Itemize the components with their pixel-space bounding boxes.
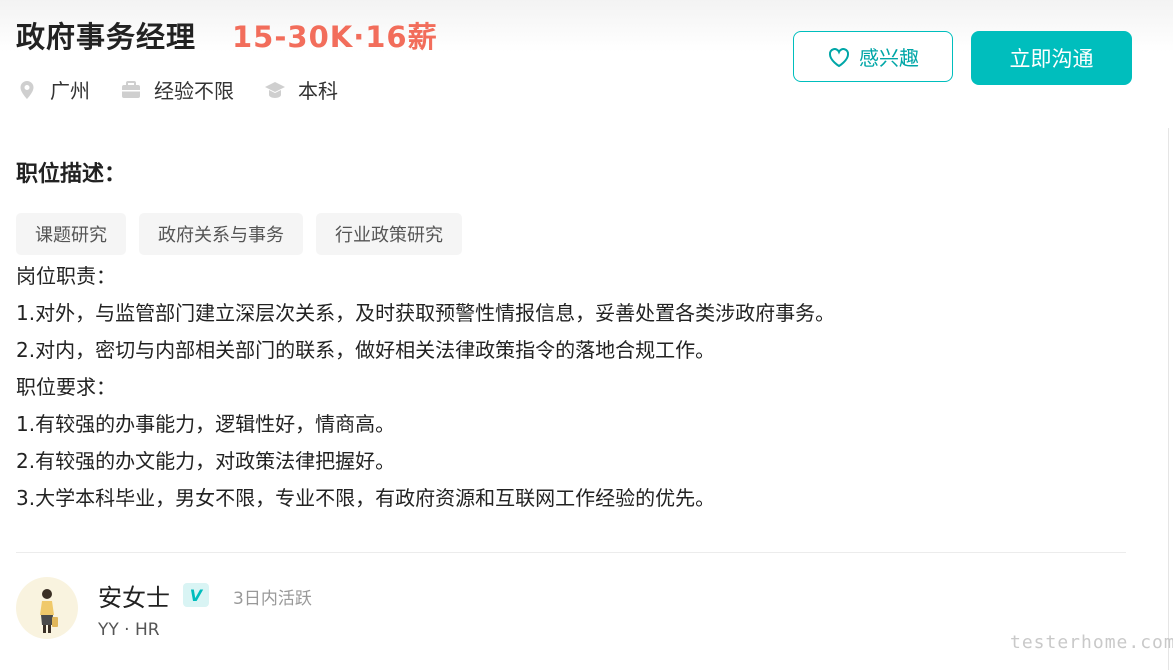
- recruiter-active-status: 3日内活跃: [233, 589, 312, 609]
- job-tag: 课题研究: [16, 213, 126, 255]
- recruiter-company-role: YY · HR: [98, 620, 160, 640]
- job-location: 广州: [16, 75, 90, 104]
- briefcase-icon: [120, 79, 142, 101]
- graduation-cap-icon: [264, 79, 286, 101]
- divider: [16, 552, 1126, 553]
- job-title: 政府事务经理: [16, 20, 197, 54]
- description-line: 岗位职责：: [16, 264, 116, 288]
- recruiter-name: 安女士: [98, 584, 170, 612]
- section-title-job-description: 职位描述：: [16, 162, 127, 187]
- description-line: 2.对内，密切与内部相关部门的联系，做好相关法律政策指令的落地合规工作。: [16, 338, 716, 362]
- description-line: 3.大学本科毕业，男女不限，专业不限，有政府资源和互联网工作经验的优先。: [16, 486, 716, 510]
- description-line: 职位要求：: [16, 375, 116, 399]
- job-tags: 课题研究 政府关系与事务 行业政策研究: [16, 213, 475, 255]
- chat-now-button[interactable]: 立即沟通: [971, 31, 1132, 85]
- job-meta-row: 广州 经验不限 本科: [16, 75, 368, 104]
- recruiter-avatar[interactable]: [16, 577, 78, 639]
- description-line: 1.有较强的办事能力，逻辑性好，情商高。: [16, 412, 396, 436]
- interest-button[interactable]: 感兴趣: [793, 31, 953, 82]
- job-education: 本科: [264, 75, 338, 104]
- interest-button-label: 感兴趣: [859, 46, 919, 70]
- description-line: 1.对外，与监管部门建立深层次关系，及时获取预警性情报信息，妥善处置各类涉政府事…: [16, 301, 836, 325]
- verified-badge-icon: V: [183, 583, 209, 607]
- chat-now-button-label: 立即沟通: [1009, 47, 1094, 71]
- heart-icon: [828, 47, 850, 67]
- job-experience: 经验不限: [120, 75, 234, 104]
- watermark: testerhome.com: [1010, 632, 1173, 653]
- location-pin-icon: [16, 79, 38, 101]
- job-experience-text: 经验不限: [154, 79, 234, 103]
- job-tag: 行业政策研究: [316, 213, 462, 255]
- salary: 15-30K·16薪: [232, 20, 438, 54]
- job-description-text: 岗位职责： 1.对外，与监管部门建立深层次关系，及时获取预警性情报信息，妥善处置…: [16, 258, 835, 517]
- job-education-text: 本科: [298, 79, 338, 103]
- job-location-text: 广州: [50, 79, 90, 103]
- description-line: 2.有较强的办文能力，对政策法律把握好。: [16, 449, 396, 473]
- job-tag: 政府关系与事务: [139, 213, 303, 255]
- side-panel-edge: [1168, 128, 1173, 670]
